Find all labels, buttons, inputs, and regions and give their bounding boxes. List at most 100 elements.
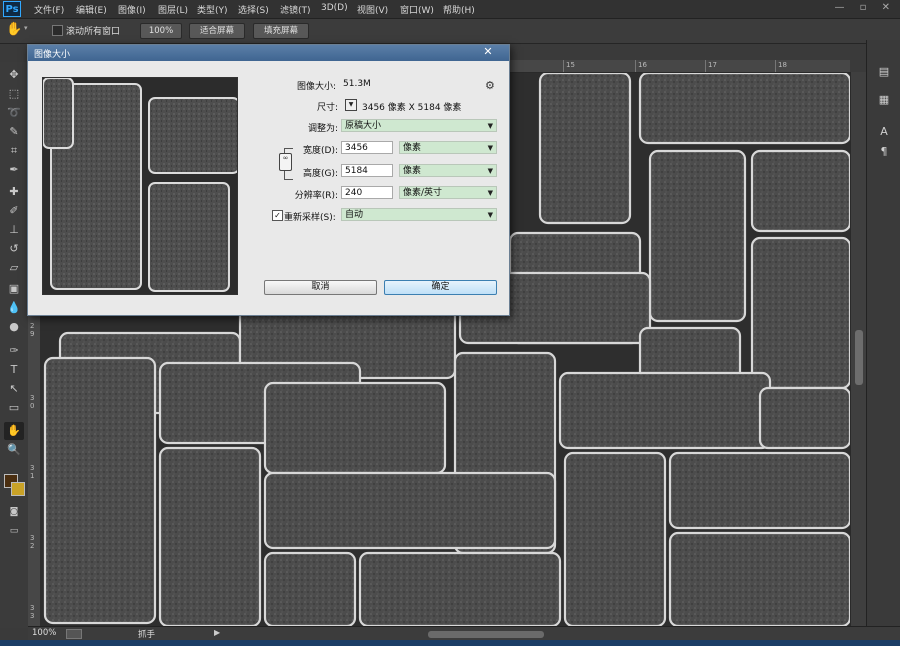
resolution-unit-value: 像素/英寸 — [403, 188, 443, 198]
resample-label: 重新采样(S): — [284, 213, 336, 223]
hand-tool-icon[interactable]: ✋ — [4, 422, 24, 440]
menu-file[interactable]: 文件(F) — [34, 3, 64, 16]
os-taskbar — [0, 640, 900, 646]
resolution-input[interactable]: 240 — [341, 186, 393, 199]
hand-tool-icon[interactable]: ✋ — [6, 22, 22, 37]
right-panel-icons: ▤ ▦ A ¶ — [866, 40, 900, 628]
scroll-all-windows-checkbox[interactable] — [52, 25, 63, 36]
dimensions-label: 尺寸: — [316, 103, 338, 113]
status-tool-info: 抓手 — [138, 630, 156, 640]
height-label: 高度(G): — [302, 169, 338, 179]
ruler-tick: 3 0 — [30, 394, 35, 410]
width-label: 宽度(D): — [303, 146, 338, 156]
horizontal-scrollbar-thumb[interactable] — [428, 631, 544, 638]
width-unit-value: 像素 — [403, 143, 422, 153]
height-input[interactable]: 5184 — [341, 164, 393, 177]
shape-tool-icon[interactable]: ▭ — [4, 399, 24, 417]
gradient-tool-icon[interactable]: ▣ — [4, 280, 24, 298]
close-icon[interactable]: ✕ — [475, 45, 501, 59]
tools-panel: ✥ ⬚ ➰ ✎ ⌗ ✒ ✚ ✐ ⊥ ↺ ▱ ▣ 💧 ● ✑ T ↖ ▭ ✋ 🔍 … — [0, 62, 29, 628]
chevron-down-icon: ▼ — [487, 167, 493, 175]
properties-panel-icon[interactable]: ▦ — [875, 92, 893, 108]
height-unit-value: 像素 — [403, 166, 422, 176]
menu-select[interactable]: 选择(S) — [238, 3, 269, 16]
menu-bar: Ps 文件(F) 编辑(E) 图像(I) 图层(L) 类型(Y) 选择(S) 滤… — [0, 0, 900, 19]
menu-edit[interactable]: 编辑(E) — [76, 3, 107, 16]
background-color-swatch[interactable] — [11, 482, 25, 496]
dodge-tool-icon[interactable]: ● — [4, 318, 24, 336]
options-bar: ✋ ▾ 滚动所有窗口 100% 适合屏幕 填充屏幕 — [0, 19, 900, 44]
width-unit-select[interactable]: 像素 ▼ — [399, 141, 497, 154]
width-input[interactable]: 3456 — [341, 141, 393, 154]
type-tool-icon[interactable]: T — [4, 361, 24, 379]
brush-tool-icon[interactable]: ✐ — [4, 202, 24, 220]
quick-mask-icon[interactable]: ◙ — [4, 503, 24, 521]
ruler-tick: 18 — [775, 60, 787, 72]
menu-3d[interactable]: 3D(D) — [321, 3, 348, 13]
image-preview[interactable] — [42, 77, 238, 295]
ok-button[interactable]: 确定 — [384, 280, 497, 295]
resolution-label: 分辨率(R): — [294, 191, 338, 201]
resample-method-select[interactable]: 自动 ▼ — [341, 208, 497, 221]
ruler-tick: 15 — [563, 60, 575, 72]
path-select-tool-icon[interactable]: ↖ — [4, 380, 24, 398]
chevron-down-icon: ▼ — [487, 144, 493, 152]
lasso-tool-icon[interactable]: ➰ — [4, 104, 24, 122]
resample-checkbox[interactable]: ✓ — [272, 210, 283, 221]
height-unit-select[interactable]: 像素 ▼ — [399, 164, 497, 177]
character-panel-icon[interactable]: A — [875, 124, 893, 140]
screen-mode-icon[interactable]: ▭ — [4, 522, 24, 540]
chevron-down-icon[interactable]: ▾ — [24, 24, 28, 32]
status-bar: 100% 抓手 ▶ — [28, 626, 900, 641]
export-icon[interactable] — [66, 629, 82, 639]
marquee-tool-icon[interactable]: ⬚ — [4, 85, 24, 103]
chevron-down-icon: ▼ — [487, 211, 493, 219]
dialog-title: 图像大小 — [34, 50, 71, 60]
fit-screen-button[interactable]: 适合屏幕 — [189, 23, 245, 39]
dimensions-unit-dropdown[interactable]: ▼ — [345, 99, 357, 111]
dialog-titlebar[interactable]: 图像大小 ✕ — [28, 45, 509, 61]
menu-image[interactable]: 图像(I) — [118, 3, 146, 16]
dimensions-value: 3456 像素 X 5184 像素 — [362, 103, 462, 113]
history-brush-tool-icon[interactable]: ↺ — [4, 240, 24, 258]
move-tool-icon[interactable]: ✥ — [4, 66, 24, 84]
pen-tool-icon[interactable]: ✑ — [4, 342, 24, 360]
image-size-dialog: 图像大小 ✕ 图像大小: 51.3M ⚙ 尺寸: ▼ 3456 像素 X 518… — [27, 44, 510, 316]
clone-stamp-tool-icon[interactable]: ⊥ — [4, 221, 24, 239]
menu-view[interactable]: 视图(V) — [357, 3, 388, 16]
fit-to-select[interactable]: 原稿大小 ▼ — [341, 119, 497, 132]
zoom-level[interactable]: 100% — [32, 628, 56, 638]
paragraph-panel-icon[interactable]: ¶ — [875, 144, 893, 160]
crop-tool-icon[interactable]: ⌗ — [4, 142, 24, 160]
history-panel-icon[interactable]: ▤ — [875, 64, 893, 80]
status-menu-arrow-icon[interactable]: ▶ — [214, 628, 220, 637]
healing-brush-tool-icon[interactable]: ✚ — [4, 183, 24, 201]
menu-layer[interactable]: 图层(L) — [158, 3, 188, 16]
preview-image — [43, 78, 237, 294]
fill-screen-button[interactable]: 填充屏幕 — [253, 23, 309, 39]
cancel-button[interactable]: 取消 — [264, 280, 377, 295]
blur-tool-icon[interactable]: 💧 — [4, 299, 24, 317]
resolution-unit-select[interactable]: 像素/英寸 ▼ — [399, 186, 497, 199]
fit-to-label: 调整为: — [307, 124, 338, 134]
scroll-all-windows-label: 滚动所有窗口 — [66, 27, 121, 37]
zoom-tool-icon[interactable]: 🔍 — [4, 441, 24, 459]
gear-icon[interactable]: ⚙ — [485, 79, 495, 92]
menu-help[interactable]: 帮助(H) — [443, 3, 475, 16]
eraser-tool-icon[interactable]: ▱ — [4, 259, 24, 277]
menu-filter[interactable]: 滤镜(T) — [280, 3, 311, 16]
image-size-label: 图像大小: — [296, 82, 336, 92]
eyedropper-tool-icon[interactable]: ✒ — [4, 161, 24, 179]
vertical-scrollbar-thumb[interactable] — [855, 330, 863, 385]
ruler-tick: 3 1 — [30, 464, 35, 480]
ruler-tick: 17 — [705, 60, 717, 72]
quick-select-tool-icon[interactable]: ✎ — [4, 123, 24, 141]
menu-type[interactable]: 类型(Y) — [197, 3, 228, 16]
zoom-100-button[interactable]: 100% — [140, 23, 182, 39]
menu-window[interactable]: 窗口(W) — [400, 3, 434, 16]
ruler-tick: 3 2 — [30, 534, 35, 550]
fit-to-value: 原稿大小 — [345, 121, 382, 131]
ruler-tick: 2 9 — [30, 322, 35, 338]
window-controls[interactable]: — ▫ ✕ — [834, 2, 896, 13]
image-size-value: 51.3M — [343, 79, 371, 89]
